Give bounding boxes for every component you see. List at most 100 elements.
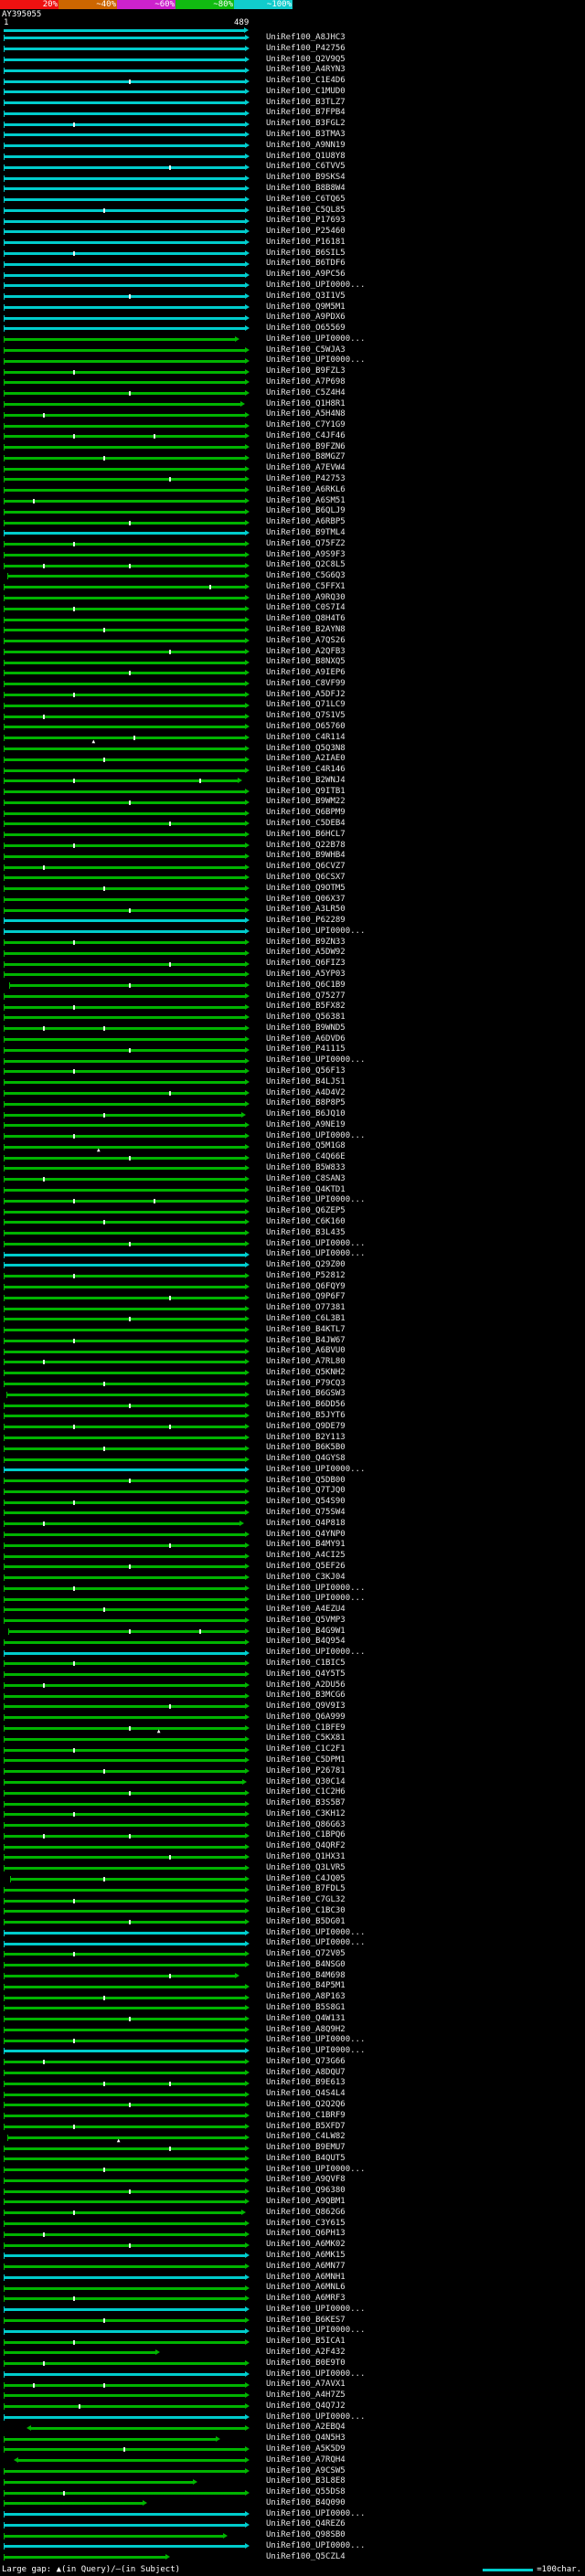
alignment-bar[interactable] <box>4 973 245 976</box>
alignment-row[interactable]: UniRef100_Q6FIZ3 <box>0 959 585 970</box>
subject-label[interactable]: UniRef100_C5G6Q3 <box>266 571 346 582</box>
subject-label[interactable]: UniRef100_C5QL85 <box>266 206 346 217</box>
alignment-row[interactable]: UniRef100_Q55DS8 <box>0 2487 585 2498</box>
alignment-bar[interactable] <box>4 198 245 201</box>
alignment-bar[interactable] <box>4 1511 245 1514</box>
alignment-bar[interactable] <box>4 2287 245 2290</box>
alignment-row[interactable]: UniRef100_Q9OTM5 <box>0 884 585 895</box>
subject-label[interactable]: UniRef100_A6MK02 <box>266 2240 346 2251</box>
subject-label[interactable]: UniRef100_Q6FQY9 <box>266 1282 346 1293</box>
subject-label[interactable]: UniRef100_C5DPM1 <box>266 1755 346 1766</box>
alignment-bar[interactable] <box>4 2190 245 2193</box>
alignment-row[interactable]: UniRef100_C1BIC5 <box>0 1659 585 1670</box>
alignment-row[interactable]: UniRef100_UPI0000... <box>0 334 585 345</box>
alignment-row[interactable]: UniRef100_B8MGZ7 <box>0 452 585 463</box>
alignment-bar[interactable] <box>4 941 245 944</box>
alignment-bar[interactable] <box>4 2050 245 2052</box>
alignment-bar[interactable] <box>4 2362 245 2365</box>
alignment-row[interactable]: UniRef100_B3MCG6 <box>0 1691 585 1701</box>
alignment-bar[interactable] <box>4 1997 245 1999</box>
subject-label[interactable]: UniRef100_UPI0000... <box>266 1131 365 1142</box>
subject-label[interactable]: UniRef100_UPI0000... <box>266 1928 365 1939</box>
alignment-bar[interactable] <box>4 952 245 955</box>
alignment-row[interactable]: UniRef100_B4Q090 <box>0 2498 585 2509</box>
alignment-row[interactable]: UniRef100_A6MN77 <box>0 2262 585 2273</box>
subject-label[interactable]: UniRef100_A7AVX1 <box>266 2380 346 2390</box>
alignment-bar[interactable] <box>4 532 245 535</box>
alignment-bar[interactable] <box>4 2276 245 2279</box>
alignment-bar[interactable] <box>4 58 245 61</box>
subject-label[interactable]: UniRef100_B3FGL2 <box>266 119 346 130</box>
alignment-row[interactable]: UniRef100_UPI0000... <box>0 2326 585 2337</box>
subject-label[interactable]: UniRef100_C1E4D6 <box>266 76 346 87</box>
alignment-row[interactable]: UniRef100_Q96380 <box>0 2186 585 2197</box>
alignment-bar[interactable] <box>4 2244 245 2247</box>
alignment-bar[interactable] <box>4 403 240 406</box>
subject-label[interactable]: UniRef100_B3L435 <box>266 1228 346 1239</box>
alignment-row[interactable]: UniRef100_C1BRF9 <box>0 2111 585 2122</box>
alignment-bar[interactable] <box>4 683 245 685</box>
subject-label[interactable]: UniRef100_Q06X37 <box>266 895 346 906</box>
subject-label[interactable]: UniRef100_A8JHC3 <box>266 33 346 44</box>
alignment-bar[interactable] <box>4 919 245 922</box>
alignment-row[interactable]: UniRef100_B7FPB4 <box>0 108 585 119</box>
alignment-bar[interactable] <box>4 1200 245 1203</box>
alignment-row[interactable]: UniRef100_A9S9F3 <box>0 550 585 561</box>
alignment-row[interactable]: UniRef100_Q8H4T6 <box>0 614 585 625</box>
subject-label[interactable]: UniRef100_B3TMA3 <box>266 130 346 141</box>
subject-label[interactable]: UniRef100_UPI0000... <box>266 334 365 345</box>
alignment-bar[interactable] <box>4 1641 245 1644</box>
alignment-row[interactable]: UniRef100_A2QFB3 <box>0 647 585 658</box>
subject-label[interactable]: UniRef100_UPI0000... <box>266 1594 365 1605</box>
alignment-row[interactable]: UniRef100_B5DG01 <box>0 1917 585 1928</box>
alignment-row[interactable]: UniRef100_B9WHB4 <box>0 851 585 862</box>
alignment-row[interactable]: UniRef100_A4EZU4 <box>0 1605 585 1616</box>
alignment-row[interactable]: UniRef100_Q5Q3N8 <box>0 744 585 755</box>
subject-label[interactable]: UniRef100_A8Q9H2 <box>266 2025 346 2036</box>
alignment-bar[interactable] <box>4 705 245 707</box>
alignment-bar[interactable] <box>4 2556 165 2559</box>
subject-label[interactable]: UniRef100_B9SKS4 <box>266 173 346 184</box>
alignment-row[interactable]: UniRef100_Q6FQY9 <box>0 1282 585 1293</box>
alignment-bar[interactable] <box>4 263 245 266</box>
subject-label[interactable]: UniRef100_C8VF99 <box>266 679 346 690</box>
alignment-row[interactable]: UniRef100_B4P5M1 <box>0 1981 585 1992</box>
alignment-row[interactable]: UniRef100_Q6ZEP5 <box>0 1206 585 1217</box>
subject-label[interactable]: UniRef100_Q4REZ6 <box>266 2519 346 2530</box>
alignment-bar[interactable] <box>4 371 245 374</box>
alignment-row[interactable]: UniRef100_UPI0000... <box>0 1594 585 1605</box>
subject-label[interactable]: UniRef100_Q54S90 <box>266 1497 346 1508</box>
alignment-row[interactable]: UniRef100_C8VF99 <box>0 679 585 690</box>
alignment-bar[interactable] <box>4 1383 245 1385</box>
alignment-bar[interactable] <box>4 327 245 330</box>
alignment-row[interactable]: UniRef100_O77381 <box>0 1303 585 1314</box>
alignment-row[interactable]: UniRef100_A2IAE0 <box>0 754 585 765</box>
alignment-bar[interactable] <box>4 1824 245 1827</box>
alignment-bar[interactable] <box>4 1813 245 1816</box>
subject-label[interactable]: UniRef100_C7Y1G9 <box>266 420 346 431</box>
alignment-bar[interactable] <box>4 1727 245 1730</box>
subject-label[interactable]: UniRef100_P16181 <box>266 238 346 249</box>
alignment-bar[interactable] <box>4 1351 245 1353</box>
alignment-row[interactable]: UniRef100_Q6CVZ7 <box>0 862 585 873</box>
alignment-row[interactable]: UniRef100_P26781 <box>0 1766 585 1777</box>
alignment-row[interactable]: UniRef100_C5DEB4 <box>0 819 585 830</box>
alignment-bar[interactable] <box>4 392 245 395</box>
alignment-row[interactable]: UniRef100_C1BPQ6 <box>0 1830 585 1841</box>
subject-label[interactable]: UniRef100_C8SAN3 <box>266 1174 346 1185</box>
alignment-bar[interactable] <box>4 1662 245 1665</box>
subject-label[interactable]: UniRef100_Q9ITB1 <box>266 787 346 798</box>
alignment-row[interactable]: UniRef100_B6GSW3 <box>0 1389 585 1400</box>
subject-label[interactable]: UniRef100_Q6A999 <box>266 1712 346 1723</box>
alignment-bar[interactable] <box>7 575 245 578</box>
subject-label[interactable]: UniRef100_C1C2H6 <box>266 1787 346 1798</box>
alignment-row[interactable]: UniRef100_Q1HX31 <box>0 1852 585 1863</box>
subject-label[interactable]: UniRef100_B6DD56 <box>266 1400 346 1411</box>
alignment-row[interactable]: UniRef100_Q9P6F7 <box>0 1292 585 1303</box>
alignment-row[interactable]: UniRef100_A6MRF3 <box>0 2294 585 2305</box>
alignment-row[interactable]: UniRef100_UPI0000... <box>0 2046 585 2057</box>
alignment-bar[interactable] <box>4 468 245 471</box>
alignment-row[interactable]: UniRef100_C4R146 <box>0 765 585 776</box>
alignment-row[interactable]: UniRef100_A5H4N8 <box>0 409 585 420</box>
alignment-row[interactable]: UniRef100_B6K5B0 <box>0 1443 585 1454</box>
